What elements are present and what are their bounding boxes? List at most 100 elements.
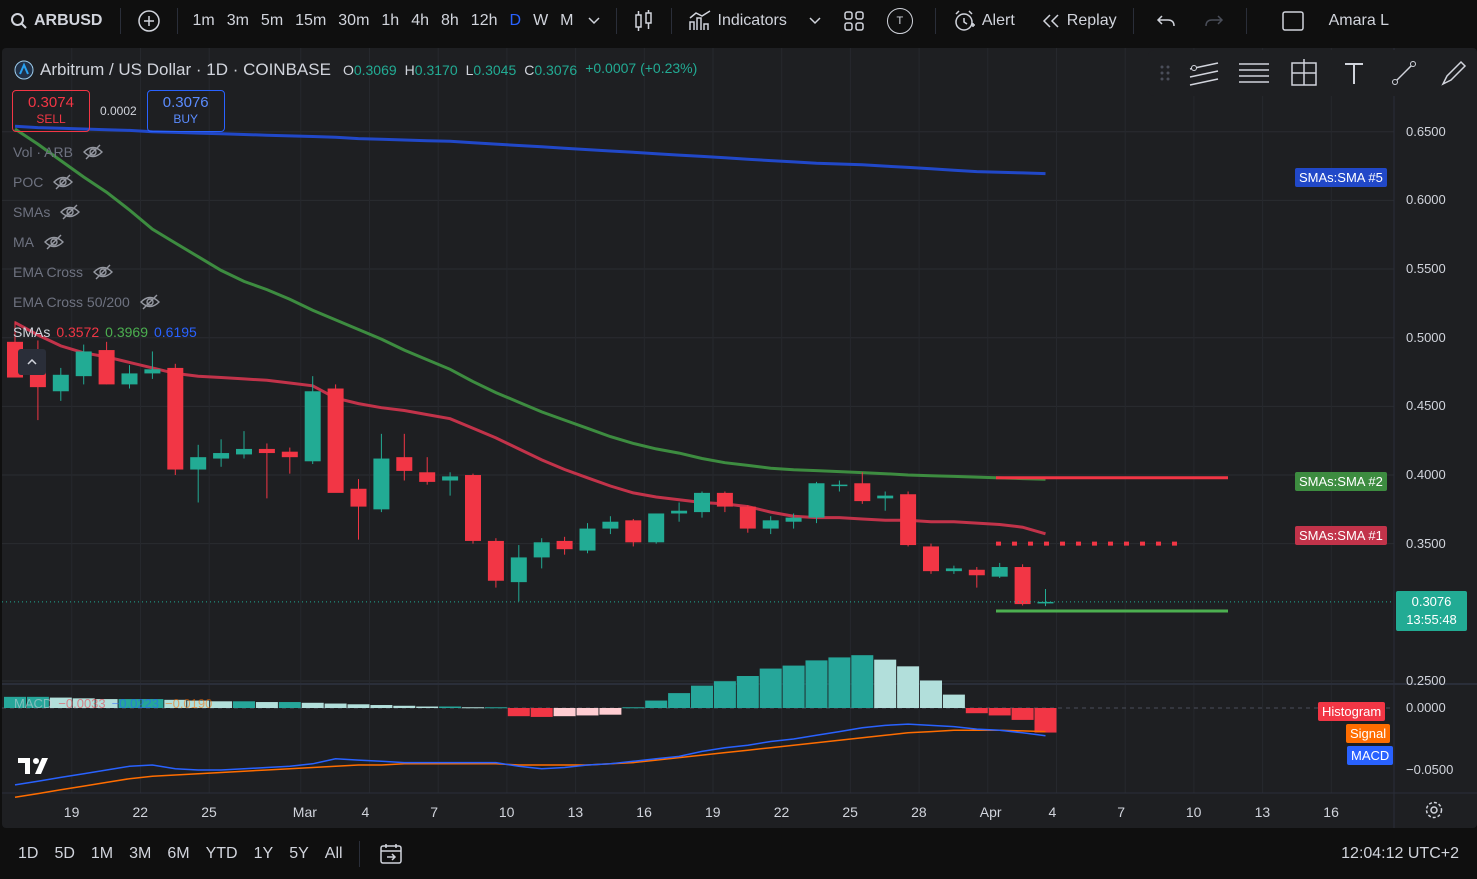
candle-body (510, 557, 527, 583)
brush-tool[interactable] (1438, 57, 1470, 89)
timeframe-1h[interactable]: 1h (375, 12, 405, 30)
divider (120, 8, 122, 34)
axis-settings-button[interactable] (1424, 800, 1444, 825)
chart-legend: Arbitrum / US Dollar · 1D · COINBASE O0.… (14, 60, 697, 80)
compare-symbol-button[interactable] (129, 0, 169, 42)
timeframe-8h[interactable]: 8h (435, 12, 465, 30)
price-axis-tick: 0.5000 (1406, 329, 1446, 345)
indicators-dropdown[interactable] (795, 0, 829, 42)
range-all[interactable]: All (317, 845, 351, 863)
timezone-clock[interactable]: 12:04:12 UTC+2 (1341, 845, 1459, 863)
indicators-icon (688, 10, 710, 30)
candle-body (350, 488, 367, 507)
candle-body (831, 484, 848, 487)
timeframe-12h[interactable]: 12h (465, 12, 504, 30)
sell-button[interactable]: 0.3074 SELL (12, 90, 90, 132)
go-to-date-button[interactable] (368, 842, 414, 866)
indicator-row[interactable]: POC (13, 174, 74, 190)
collapse-legend-button[interactable] (18, 349, 46, 375)
eye-crossed-icon[interactable] (139, 294, 160, 310)
time-axis-label: 19 (705, 804, 721, 820)
alert-label: Alert (981, 12, 1015, 29)
timeframe-dropdown[interactable] (580, 0, 608, 42)
indicator-row[interactable]: SMAs (13, 204, 81, 220)
candle-body (1014, 567, 1031, 605)
macd-histogram-bar (691, 685, 713, 708)
range-5y[interactable]: 5Y (281, 845, 317, 863)
undo-button[interactable] (1142, 0, 1190, 42)
price-axis-tick: 0.4000 (1406, 467, 1446, 483)
timeframe-15m[interactable]: 15m (289, 12, 332, 30)
indicator-row[interactable]: EMA Cross (13, 264, 114, 280)
user-menu[interactable]: Amara L (1323, 0, 1389, 42)
candle-body (923, 546, 939, 572)
eye-crossed-icon[interactable] (82, 144, 103, 160)
candle-body (579, 528, 596, 551)
fib-retracement-tool[interactable] (1238, 57, 1270, 89)
candle-body (304, 391, 321, 462)
timeframe-w[interactable]: W (527, 12, 554, 30)
candle-body (648, 513, 665, 543)
redo-button[interactable] (1190, 0, 1238, 42)
replay-button[interactable]: Replay (1033, 0, 1125, 42)
timeframe-m[interactable]: M (554, 12, 579, 30)
range-1m[interactable]: 1M (83, 845, 121, 863)
range-6m[interactable]: 6M (159, 845, 197, 863)
plus-circle-icon (138, 10, 161, 32)
eye-crossed-icon[interactable] (93, 264, 114, 280)
text-tool[interactable] (1338, 57, 1370, 89)
eye-crossed-icon[interactable] (44, 234, 64, 250)
fullscreen-button[interactable] (1255, 0, 1323, 42)
macd-histogram-bar (393, 705, 416, 708)
price-axis-tick: 0.4500 (1406, 398, 1446, 414)
timeframe-d[interactable]: D (504, 12, 528, 30)
indicator-row[interactable]: MA (13, 234, 64, 250)
candle-body (419, 472, 436, 482)
layouts-button[interactable] (829, 0, 879, 42)
divider (1132, 8, 1134, 34)
sma5-tag: SMAs:SMA #5 (1295, 168, 1387, 187)
pattern-tool[interactable] (1288, 57, 1320, 89)
macd-histogram-bar (553, 708, 576, 717)
symbol-search[interactable]: ARBUSD (0, 0, 102, 42)
timeframe-4h[interactable]: 4h (405, 12, 435, 30)
indicators-button[interactable]: Indicators (680, 0, 795, 42)
time-axis-label: 28 (911, 804, 927, 820)
indicator-row[interactable]: EMA Cross 50/200 (13, 294, 160, 310)
trendline-tool[interactable] (1388, 57, 1420, 89)
indicator-row[interactable]: Vol · ARB (13, 144, 103, 160)
divider (358, 841, 360, 867)
chevron-down-icon (809, 17, 821, 25)
eye-crossed-icon[interactable] (53, 174, 74, 190)
range-list: 1D 5D 1M 3M 6M YTD 1Y 5Y All (0, 845, 351, 863)
range-1d[interactable]: 1D (10, 845, 46, 863)
chart-type-button[interactable] (625, 0, 663, 42)
candle-body (258, 448, 275, 454)
macd-histogram-bar (645, 700, 668, 708)
range-1y[interactable]: 1Y (246, 845, 282, 863)
eye-crossed-icon[interactable] (60, 204, 81, 220)
range-ytd[interactable]: YTD (198, 845, 246, 863)
price-axis-tick: 0.3500 (1406, 535, 1446, 551)
range-3m[interactable]: 3M (121, 845, 159, 863)
drawing-toolbar (1148, 50, 1477, 96)
buy-button[interactable]: 0.3076 BUY (146, 90, 225, 132)
macd-histogram-bar (484, 707, 507, 709)
timeframe-1m[interactable]: 1m (186, 12, 220, 30)
macd-tag: MACD (1347, 746, 1394, 765)
templates-button[interactable]: T (879, 0, 921, 42)
drag-handle-icon[interactable] (1160, 63, 1170, 83)
user-name: Amara L (1328, 12, 1390, 29)
alert-button[interactable]: Alert (944, 0, 1023, 42)
range-5d[interactable]: 5D (46, 845, 82, 863)
timeframe-30m[interactable]: 30m (332, 12, 375, 30)
trend-channel-tool[interactable] (1188, 57, 1220, 89)
candle-body (167, 367, 184, 470)
price-chart[interactable] (2, 48, 1477, 828)
candle-body (98, 350, 115, 385)
candle-body (396, 457, 413, 471)
time-axis-label: 7 (1117, 804, 1125, 820)
timeframe-5m[interactable]: 5m (255, 12, 289, 30)
timeframe-3m[interactable]: 3m (221, 12, 255, 30)
chart-pane[interactable]: Arbitrum / US Dollar · 1D · COINBASE O0.… (2, 48, 1477, 828)
